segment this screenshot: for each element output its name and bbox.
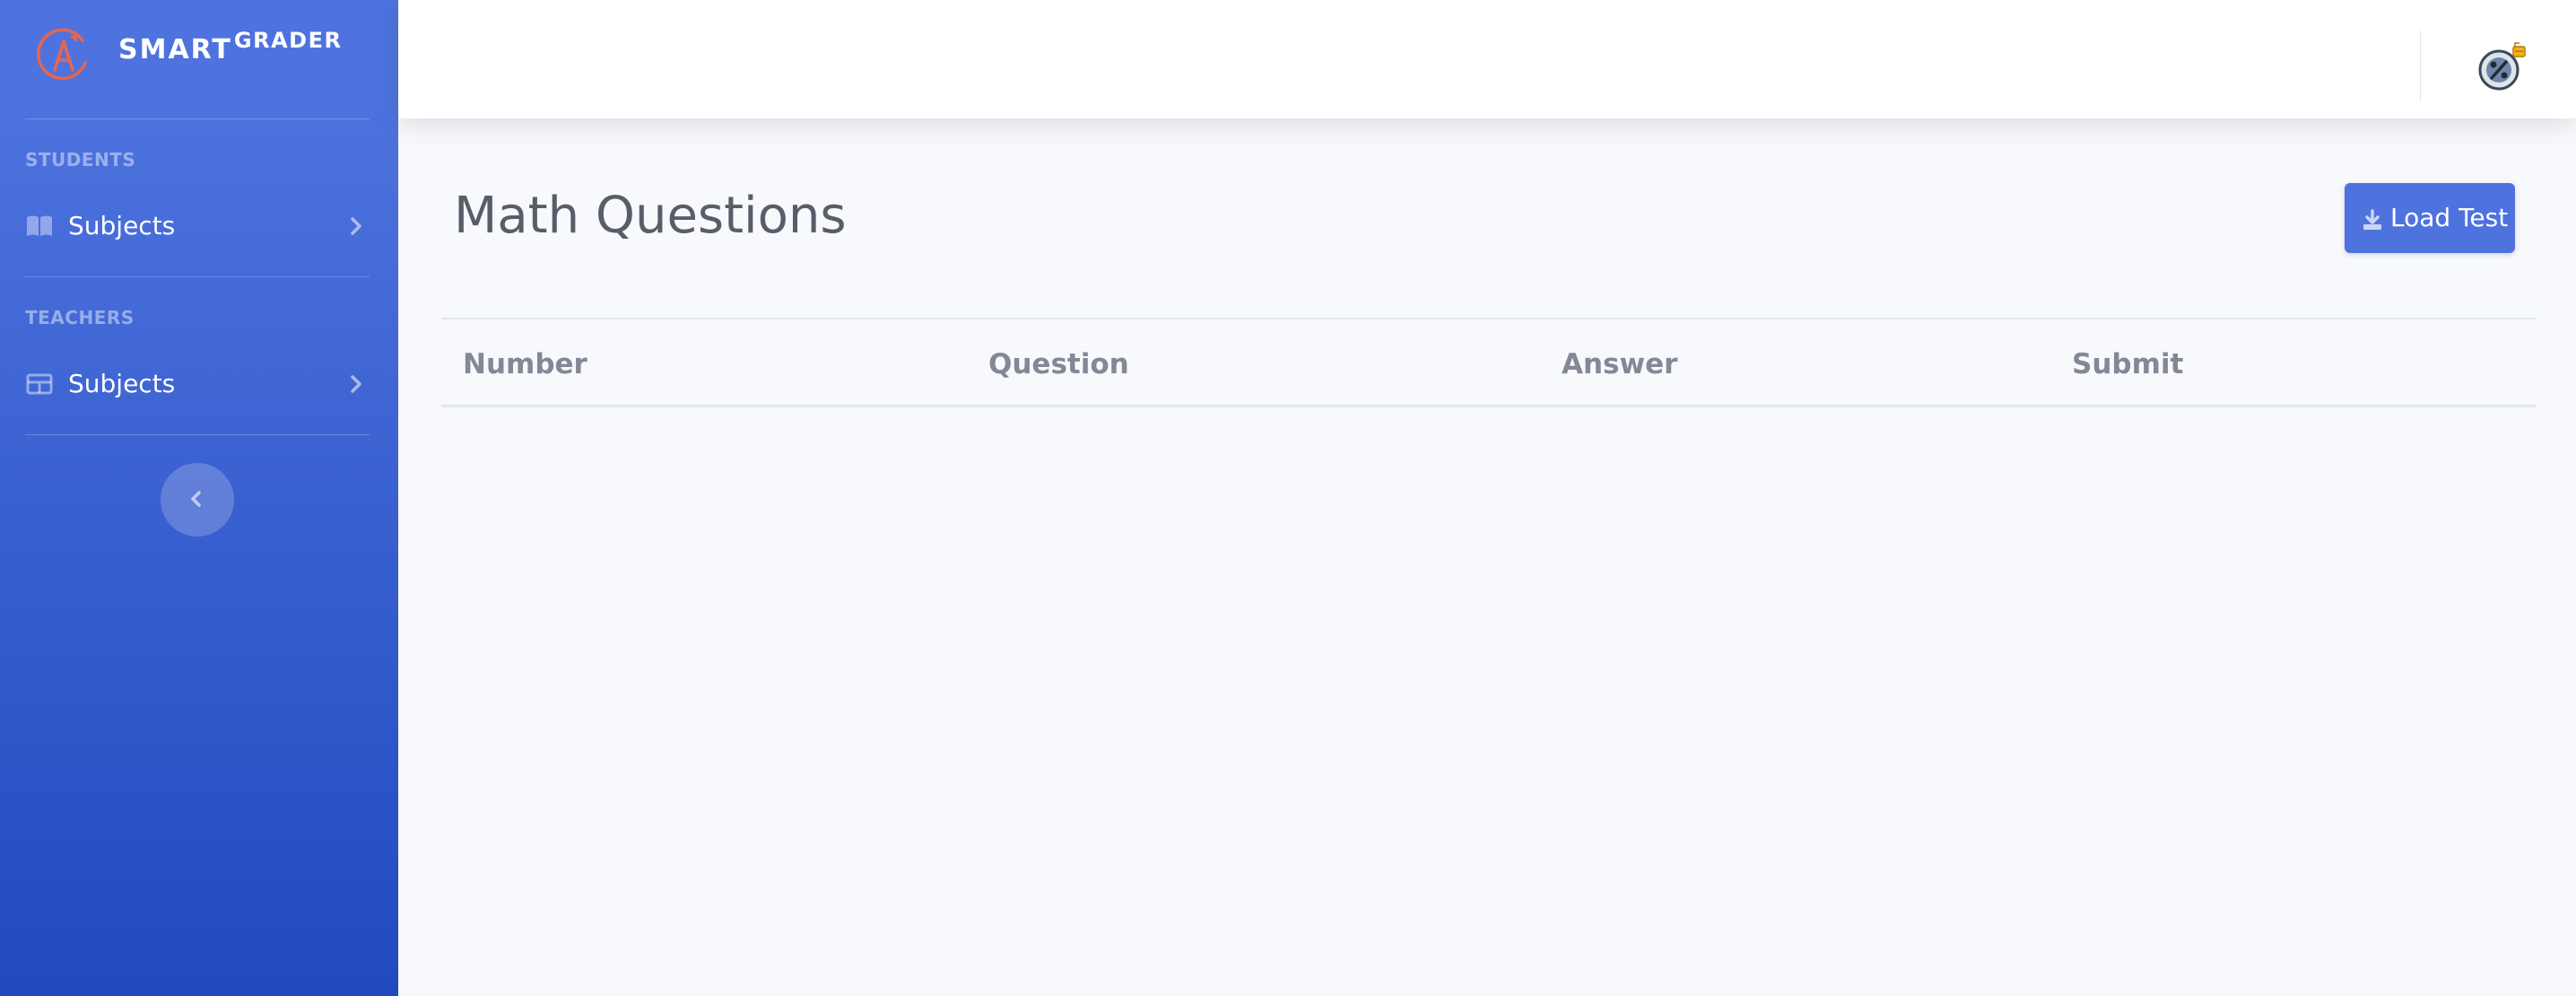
sidebar-divider — [25, 276, 370, 277]
book-open-icon — [27, 215, 52, 236]
download-icon — [2363, 209, 2381, 230]
column-header-number[interactable]: Number — [463, 346, 587, 382]
table-header-row: Number Question Answer Submit — [441, 318, 2537, 407]
sidebar: SMARTGRADER STUDENTS Subjects TEACHERS S… — [0, 0, 398, 996]
sidebar-divider — [25, 118, 370, 119]
topbar — [398, 0, 2576, 118]
table-icon — [26, 373, 53, 395]
sidebar-brand[interactable]: SMARTGRADER — [0, 0, 398, 118]
column-header-question[interactable]: Question — [988, 346, 1129, 382]
sidebar-item-student-subjects[interactable]: Subjects — [0, 194, 398, 258]
sidebar-toggle-button[interactable] — [161, 463, 234, 537]
a-plus-grade-icon — [37, 28, 87, 81]
topbar-divider — [2420, 31, 2421, 100]
math-percent-avatar-icon[interactable] — [2476, 41, 2528, 93]
chevron-left-icon — [191, 491, 201, 507]
load-test-button[interactable]: Load Test — [2345, 183, 2515, 253]
chevron-right-icon — [351, 217, 361, 235]
load-test-label: Load Test — [2390, 203, 2509, 232]
column-header-answer[interactable]: Answer — [1562, 346, 1677, 382]
page-title: Math Questions — [454, 187, 847, 245]
sidebar-heading-teachers: TEACHERS — [25, 307, 135, 328]
brand-superscript: GRADER — [233, 28, 343, 53]
questions-table: Number Question Answer Submit — [441, 318, 2537, 407]
column-header-submit[interactable]: Submit — [2072, 346, 2183, 382]
chevron-right-icon — [351, 375, 361, 393]
sidebar-item-teacher-subjects[interactable]: Subjects — [0, 352, 398, 416]
sidebar-heading-students: STUDENTS — [25, 149, 136, 170]
sidebar-item-label: Subjects — [68, 211, 176, 240]
sidebar-divider — [25, 434, 370, 435]
sidebar-item-label: Subjects — [68, 369, 176, 398]
brand-name: SMARTGRADER — [118, 28, 343, 66]
